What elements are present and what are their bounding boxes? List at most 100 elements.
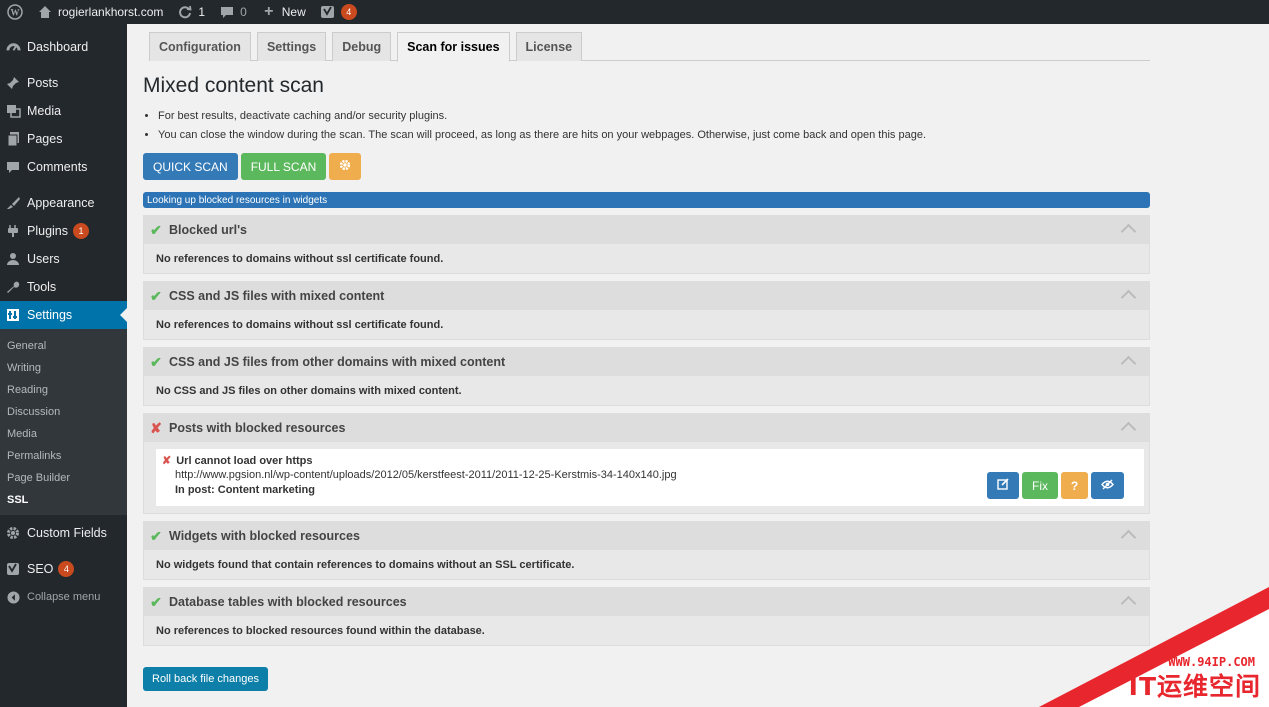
sidebar-item-seo[interactable]: SEO 4 (0, 555, 127, 583)
comments-count: 0 (240, 5, 247, 19)
panel-message: No references to domains without ssl cer… (156, 318, 444, 331)
edit-icon (997, 478, 1009, 493)
admin-bar: W rogierlankhorst.com 1 0 + New 4 (0, 0, 1269, 24)
panel-header[interactable]: ✔ CSS and JS files with mixed content (144, 282, 1149, 310)
seo-menu-badge: 4 (58, 561, 75, 577)
checkmark-icon: ✔ (150, 287, 162, 304)
submenu-item-general[interactable]: General (0, 335, 127, 357)
brush-icon (5, 195, 21, 211)
watermark: WWW.94IP.COM IT运维空间 (1039, 587, 1269, 707)
panel-header[interactable]: ✔ Database tables with blocked resources (144, 588, 1149, 616)
panel-title: Posts with blocked resources (169, 421, 346, 435)
panel-title: Blocked url's (169, 223, 247, 237)
sidebar-item-dashboard[interactable]: Dashboard (0, 33, 127, 61)
panel-title: Widgets with blocked resources (169, 529, 360, 543)
gear-icon (5, 525, 21, 541)
wordpress-icon: W (7, 4, 23, 20)
eye-slash-icon (1101, 479, 1114, 493)
plugin-icon (5, 223, 21, 239)
fix-button[interactable]: Fix (1022, 472, 1058, 499)
quick-scan-button[interactable]: QUICK SCAN (143, 153, 238, 180)
svg-text:W: W (11, 8, 20, 18)
admin-sidebar: Dashboard Posts Media Pages Comments App… (0, 24, 127, 707)
panel-header[interactable]: ✔ Blocked url's (144, 216, 1149, 244)
panel-posts-blocked: ✘ Posts with blocked resources ✘ Url can… (143, 413, 1150, 514)
users-icon (5, 251, 21, 267)
ignore-button[interactable] (1091, 472, 1124, 499)
chevron-up-icon[interactable] (1121, 286, 1135, 300)
updates-link[interactable]: 1 (170, 0, 212, 24)
checkmark-icon: ✔ (150, 353, 162, 370)
sidebar-item-plugins[interactable]: Plugins 1 (0, 217, 127, 245)
scan-settings-button[interactable] (329, 153, 362, 180)
submenu-item-permalinks[interactable]: Permalinks (0, 445, 127, 467)
panel-header[interactable]: ✔ CSS and JS files from other domains wi… (144, 348, 1149, 376)
issue-item: ✘ Url cannot load over https http://www.… (156, 449, 1144, 506)
sidebar-item-media[interactable]: Media (0, 97, 127, 125)
panel-header[interactable]: ✘ Posts with blocked resources (144, 414, 1149, 442)
sidebar-item-custom-fields[interactable]: Custom Fields (0, 519, 127, 547)
sidebar-item-tools[interactable]: Tools (0, 273, 127, 301)
panel-title: Database tables with blocked resources (169, 595, 407, 609)
panel-title: CSS and JS files with mixed content (169, 289, 385, 303)
media-icon (5, 103, 21, 119)
yoast-icon (320, 4, 336, 20)
issue-actions: Fix ? (984, 472, 1124, 499)
comment-icon (219, 4, 235, 20)
settings-submenu: General Writing Reading Discussion Media… (0, 329, 127, 515)
pin-icon (5, 75, 21, 91)
seo-adminbar-link[interactable]: 4 (313, 0, 364, 24)
tab-scan-for-issues[interactable]: Scan for issues (397, 32, 510, 62)
plus-icon: + (264, 3, 274, 20)
submenu-item-ssl[interactable]: SSL (0, 489, 127, 511)
home-icon (37, 4, 53, 20)
settings-tabs: Configuration Settings Debug Scan for is… (149, 32, 1150, 62)
main-content: Configuration Settings Debug Scan for is… (143, 24, 1150, 691)
panel-css-js-other-domains: ✔ CSS and JS files from other domains wi… (143, 347, 1150, 406)
tab-debug[interactable]: Debug (332, 32, 392, 61)
panel-header[interactable]: ✔ Widgets with blocked resources (144, 522, 1149, 550)
progress-label: Looking up blocked resources in widgets (147, 194, 328, 206)
sidebar-item-comments[interactable]: Comments (0, 153, 127, 181)
checkmark-icon: ✔ (150, 593, 162, 610)
tab-license[interactable]: License (515, 32, 583, 61)
wordpress-logo-button[interactable]: W (0, 0, 30, 24)
roll-back-button[interactable]: Roll back file changes (143, 667, 269, 691)
plugins-badge: 1 (73, 223, 89, 239)
chevron-up-icon[interactable] (1121, 352, 1135, 366)
comment-icon (5, 159, 21, 175)
error-x-icon: ✘ (150, 419, 162, 436)
sidebar-item-pages[interactable]: Pages (0, 125, 127, 153)
new-content-link[interactable]: + New (254, 0, 313, 24)
panel-message: No references to blocked resources found… (156, 624, 485, 637)
chevron-up-icon[interactable] (1121, 526, 1135, 540)
sidebar-item-posts[interactable]: Posts (0, 69, 127, 97)
tab-configuration[interactable]: Configuration (149, 32, 251, 61)
comments-link[interactable]: 0 (212, 0, 254, 24)
seo-badge: 4 (340, 4, 357, 20)
panel-title: CSS and JS files from other domains with… (169, 355, 506, 369)
collapse-menu-button[interactable]: Collapse menu (0, 583, 127, 611)
watermark-brand: IT运维空间 (1128, 672, 1261, 701)
full-scan-button[interactable]: FULL SCAN (240, 153, 327, 180)
panel-database-blocked: ✔ Database tables with blocked resources… (143, 587, 1150, 646)
edit-button[interactable] (987, 472, 1019, 499)
refresh-icon (177, 4, 193, 20)
sidebar-item-users[interactable]: Users (0, 245, 127, 273)
panel-message: No widgets found that contain references… (156, 558, 575, 571)
submenu-item-page-builder[interactable]: Page Builder (0, 467, 127, 489)
updates-count: 1 (198, 5, 206, 19)
site-name-link[interactable]: rogierlankhorst.com (30, 0, 170, 24)
sidebar-item-appearance[interactable]: Appearance (0, 189, 127, 217)
tab-settings[interactable]: Settings (256, 32, 327, 61)
submenu-item-media[interactable]: Media (0, 423, 127, 445)
submenu-item-reading[interactable]: Reading (0, 379, 127, 401)
chevron-up-icon[interactable] (1121, 418, 1135, 432)
submenu-item-discussion[interactable]: Discussion (0, 401, 127, 423)
seo-icon (5, 561, 21, 577)
submenu-item-writing[interactable]: Writing (0, 357, 127, 379)
help-button[interactable]: ? (1061, 472, 1088, 499)
sidebar-item-settings[interactable]: Settings (0, 301, 127, 329)
chevron-up-icon[interactable] (1121, 220, 1135, 234)
issue-title: ✘ Url cannot load over https (162, 454, 313, 468)
